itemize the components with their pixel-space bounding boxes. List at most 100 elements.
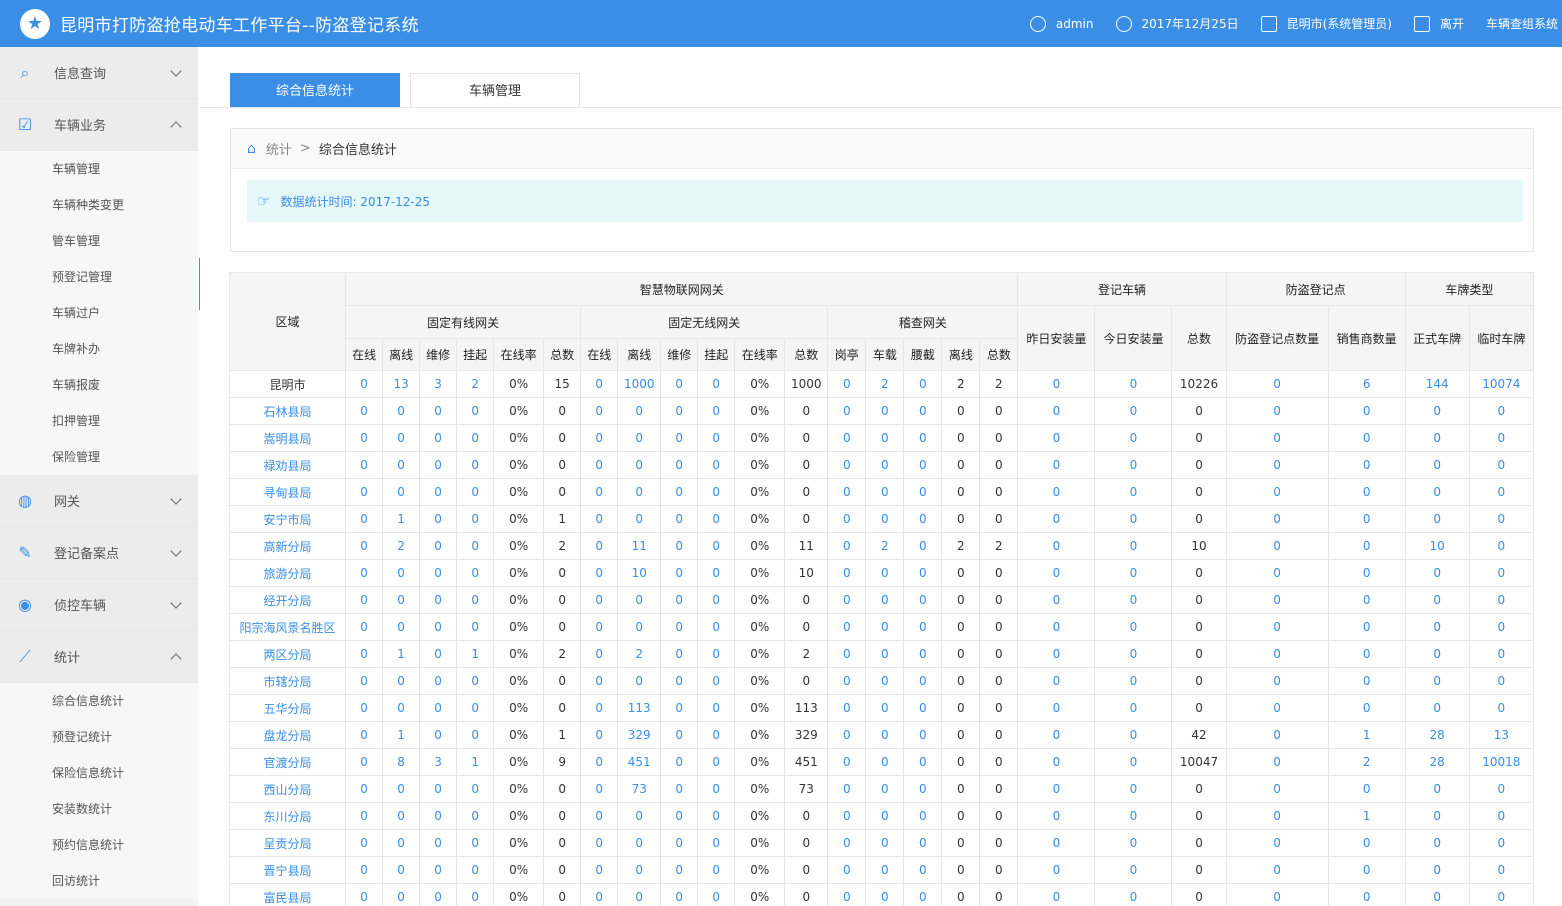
table-cell[interactable]: 1000 (617, 370, 662, 398)
table-cell[interactable]: 0 (903, 397, 943, 425)
table-cell[interactable]: 0 (1468, 559, 1534, 587)
table-cell[interactable]: 0 (1225, 856, 1329, 884)
table-cell[interactable]: 0 (865, 478, 905, 506)
table-cell[interactable]: 0 (419, 505, 458, 533)
table-cell[interactable]: 0 (345, 775, 384, 803)
table-cell[interactable]: 0 (1225, 424, 1329, 452)
table-cell[interactable]: 0 (1225, 559, 1329, 587)
region-link[interactable]: 寻甸县局 (229, 478, 347, 506)
table-cell[interactable]: 0 (903, 829, 943, 857)
table-cell[interactable]: 3 (419, 748, 458, 776)
table-cell[interactable]: 1 (1327, 721, 1406, 749)
sidebar-item-vehicle-type-change[interactable]: 车辆种类变更 (0, 187, 198, 223)
table-cell[interactable]: 0 (419, 802, 458, 830)
table-cell[interactable]: 0 (580, 478, 619, 506)
table-cell[interactable]: 0 (456, 694, 495, 722)
table-cell[interactable]: 0 (697, 640, 736, 668)
table-cell[interactable]: 0 (382, 775, 421, 803)
sidebar-item-insurance-stats[interactable]: 保险信息统计 (0, 755, 198, 791)
table-cell[interactable]: 0 (660, 883, 699, 906)
table-cell[interactable]: 0 (1094, 424, 1173, 452)
table-cell[interactable]: 0 (1327, 559, 1406, 587)
table-cell[interactable]: 0 (1017, 775, 1096, 803)
table-cell[interactable]: 0 (865, 748, 905, 776)
table-cell[interactable]: 0 (865, 694, 905, 722)
table-cell[interactable]: 0 (697, 856, 736, 884)
table-cell[interactable]: 13 (1468, 721, 1534, 749)
table-cell[interactable]: 0 (382, 802, 421, 830)
table-cell[interactable]: 0 (903, 532, 943, 560)
table-cell[interactable]: 0 (382, 478, 421, 506)
table-cell[interactable]: 0 (1225, 829, 1329, 857)
table-cell[interactable]: 0 (865, 802, 905, 830)
sidebar-item-appointment-stats[interactable]: 预约信息统计 (0, 827, 198, 863)
vehicle-query-system-link[interactable]: 车辆查组系统 (1486, 15, 1558, 32)
table-cell[interactable]: 0 (660, 775, 699, 803)
table-cell[interactable]: 0 (456, 802, 495, 830)
table-cell[interactable]: 0 (345, 802, 384, 830)
table-cell[interactable]: 1 (1327, 802, 1406, 830)
table-cell[interactable]: 0 (580, 775, 619, 803)
table-cell[interactable]: 0 (1225, 451, 1329, 479)
table-cell[interactable]: 0 (1327, 694, 1406, 722)
table-cell[interactable]: 0 (382, 856, 421, 884)
table-cell[interactable]: 0 (827, 694, 867, 722)
table-cell[interactable]: 0 (456, 829, 495, 857)
region-link[interactable]: 安宁市局 (229, 505, 347, 533)
table-cell[interactable]: 0 (697, 802, 736, 830)
table-cell[interactable]: 0 (697, 370, 736, 398)
table-cell[interactable]: 0 (382, 424, 421, 452)
table-cell[interactable]: 0 (660, 613, 699, 641)
table-cell[interactable]: 0 (827, 613, 867, 641)
table-cell[interactable]: 10 (1404, 532, 1470, 560)
table-cell[interactable]: 0 (580, 640, 619, 668)
sidebar-item-detain[interactable]: 扣押管理 (0, 403, 198, 439)
table-cell[interactable]: 0 (827, 532, 867, 560)
table-cell[interactable]: 3 (419, 370, 458, 398)
table-cell[interactable]: 113 (617, 694, 662, 722)
table-cell[interactable]: 11 (617, 532, 662, 560)
table-cell[interactable]: 0 (1404, 883, 1470, 906)
table-cell[interactable]: 1 (382, 721, 421, 749)
table-cell[interactable]: 0 (382, 694, 421, 722)
sidebar-item-transfer[interactable]: 车辆过户 (0, 295, 198, 331)
table-cell[interactable]: 0 (456, 397, 495, 425)
table-cell[interactable]: 1 (456, 640, 495, 668)
table-cell[interactable]: 0 (827, 802, 867, 830)
table-cell[interactable]: 0 (419, 424, 458, 452)
table-cell[interactable]: 0 (697, 505, 736, 533)
table-cell[interactable]: 0 (1094, 613, 1173, 641)
menu-group-monitored-vehicles[interactable]: ◉ 侦控车辆 (0, 579, 198, 631)
table-cell[interactable]: 13 (382, 370, 421, 398)
sidebar-item-plate-reissue[interactable]: 车牌补办 (0, 331, 198, 367)
table-cell[interactable]: 0 (1225, 586, 1329, 614)
table-cell[interactable]: 2 (865, 532, 905, 560)
table-cell[interactable]: 0 (580, 667, 619, 695)
table-cell[interactable]: 0 (697, 775, 736, 803)
table-cell[interactable]: 0 (382, 667, 421, 695)
table-cell[interactable]: 0 (456, 478, 495, 506)
table-cell[interactable]: 0 (345, 505, 384, 533)
table-cell[interactable]: 0 (1017, 694, 1096, 722)
table-cell[interactable]: 0 (1468, 424, 1534, 452)
table-cell[interactable]: 0 (580, 586, 619, 614)
table-cell[interactable]: 0 (827, 451, 867, 479)
table-cell[interactable]: 0 (382, 451, 421, 479)
menu-group-vehicle-business[interactable]: ☑ 车辆业务 (0, 99, 198, 151)
table-cell[interactable]: 0 (660, 802, 699, 830)
table-cell[interactable]: 10074 (1468, 370, 1534, 398)
table-cell[interactable]: 0 (382, 586, 421, 614)
table-cell[interactable]: 0 (580, 532, 619, 560)
table-cell[interactable]: 0 (697, 397, 736, 425)
table-cell[interactable]: 0 (580, 694, 619, 722)
table-cell[interactable]: 0 (1327, 883, 1406, 906)
table-cell[interactable]: 0 (1468, 775, 1534, 803)
table-cell[interactable]: 0 (1327, 613, 1406, 641)
table-cell[interactable]: 0 (865, 559, 905, 587)
table-cell[interactable]: 0 (1468, 451, 1534, 479)
table-cell[interactable]: 0 (617, 613, 662, 641)
table-cell[interactable]: 0 (697, 721, 736, 749)
sidebar-item-revisit-stats[interactable]: 回访统计 (0, 863, 198, 899)
table-cell[interactable]: 0 (865, 856, 905, 884)
region-link[interactable]: 富民县局 (229, 883, 347, 906)
